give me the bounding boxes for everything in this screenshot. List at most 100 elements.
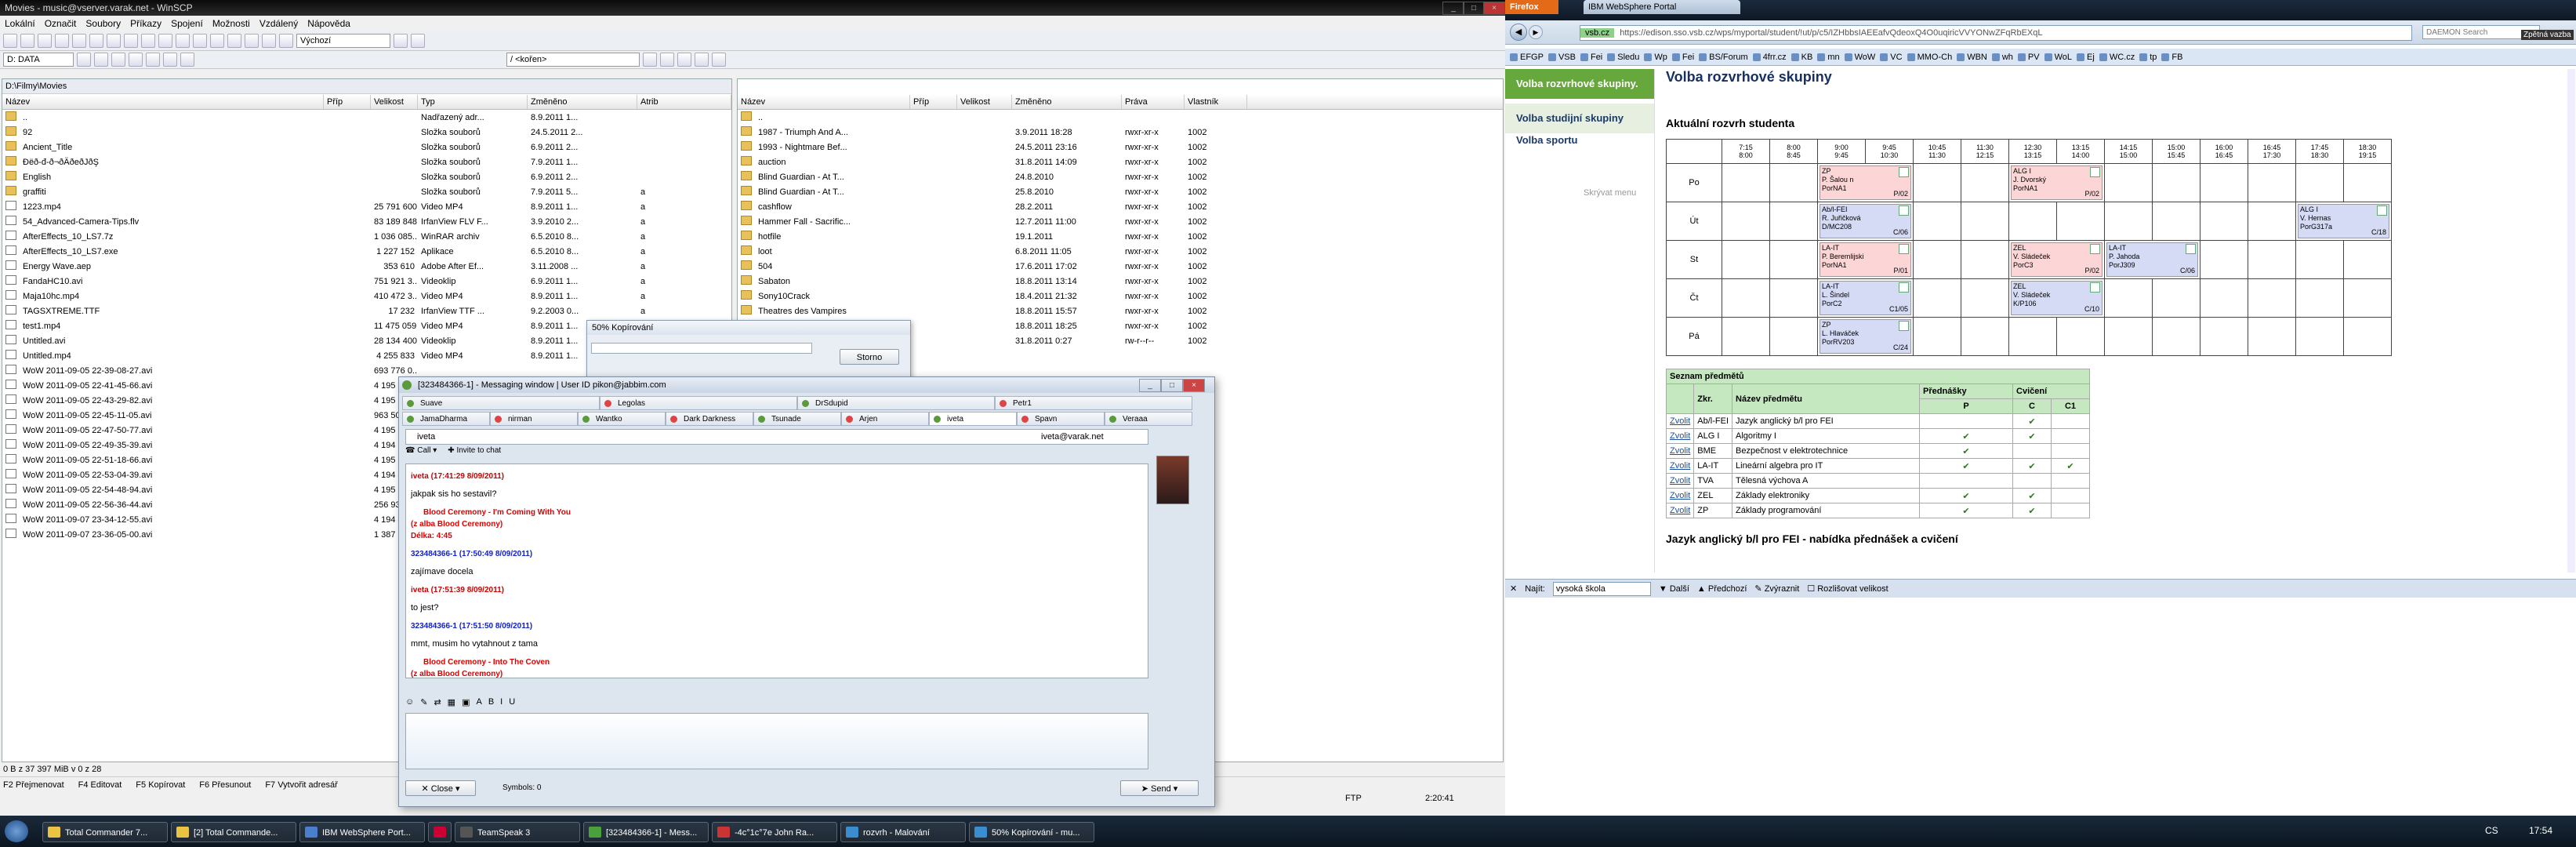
find-input[interactable]: vysoká škola	[1552, 581, 1651, 596]
taskbar-button[interactable]: 50% Kopírování - mu...	[969, 822, 1094, 842]
toolbar-icon[interactable]	[158, 34, 172, 48]
toolbar-icon[interactable]	[262, 34, 276, 48]
session-select[interactable]: Výchozí	[296, 34, 390, 48]
contact-tab[interactable]: iveta	[929, 412, 1017, 426]
lesson-cell[interactable]: ALG I J. Dvorský PorNA1 P/02	[2008, 163, 2105, 202]
choose-link[interactable]: Zvolit	[1665, 458, 1695, 474]
toolbar-icon[interactable]	[677, 53, 691, 67]
color-icon[interactable]: ✎	[420, 697, 427, 707]
toolbar-icon[interactable]	[72, 34, 86, 48]
column-header[interactable]: Atrib	[637, 95, 731, 109]
taskbar-button[interactable]: TeamSpeak 3	[455, 822, 580, 842]
taskbar-button[interactable]: [2] Total Commande...	[171, 822, 296, 842]
send-button[interactable]: ➤ Send ▾	[1120, 780, 1199, 796]
file-row[interactable]: 1223.mp4 25 791 600 Video MP4 8.9.2011 1...…	[2, 200, 731, 215]
back-icon[interactable]: ◀	[1510, 24, 1527, 41]
taskbar-button[interactable]: -4c°1c°7e John Ra...	[712, 822, 837, 842]
menu-item[interactable]: Označit	[45, 16, 77, 31]
contact-tab[interactable]: Veraaa	[1105, 412, 1192, 426]
contact-tab[interactable]: Legolas	[600, 396, 797, 410]
file-row[interactable]: 54_Advanced-Camera-Tips.flv 83 189 848 Irf…	[2, 215, 731, 230]
column-header[interactable]: Název	[738, 95, 910, 109]
bookmark-item[interactable]: WC.cz	[2099, 53, 2135, 62]
tab-ibm-portal[interactable]: IBM WebSphere Portal	[1584, 0, 1740, 14]
minimize-button[interactable]: _	[1139, 379, 1161, 392]
file-row[interactable]: .. Nadřazený adr... 8.9.2011 1...	[2, 111, 731, 125]
fkey-button[interactable]: F6 Přesunout	[199, 777, 251, 793]
contact-tab[interactable]: Tsunade	[753, 412, 841, 426]
toolbar-icon[interactable]	[210, 34, 224, 48]
choose-link[interactable]: Zvolit	[1665, 413, 1695, 429]
column-header[interactable]: Příp	[324, 95, 371, 109]
left-drive-select[interactable]: D: DATA	[3, 53, 74, 67]
hide-menu-link[interactable]: Skrývat menu	[1584, 188, 1636, 198]
column-header[interactable]: Práva	[1122, 95, 1185, 109]
taskbar-button[interactable]: [323484366-1] - Mess...	[583, 822, 709, 842]
bookmark-item[interactable]: Fei	[1580, 53, 1602, 62]
chat-history[interactable]: iveta (17:41:29 8/09/2011) jakpak sis ho …	[405, 463, 1148, 678]
file-row[interactable]: AfterEffects_10_LS7.7z 1 036 085... WinRAR…	[2, 230, 731, 245]
start-button[interactable]	[5, 820, 28, 842]
firefox-menu-button[interactable]: Firefox	[1505, 0, 1558, 14]
bold-icon[interactable]: B	[488, 697, 494, 707]
bookmark-item[interactable]: Fei	[1671, 53, 1694, 62]
toolbar-icon[interactable]	[712, 53, 726, 67]
close-button[interactable]: ×	[1183, 379, 1205, 392]
bookmark-item[interactable]: Ej	[2077, 53, 2095, 62]
link-icon[interactable]: ⇄	[434, 697, 441, 707]
right-path-select[interactable]: / <kořen>	[506, 53, 640, 67]
page-scrollbar[interactable]	[2567, 69, 2575, 573]
remote-file-row[interactable]: cashflow 28.2.2011 rwxr-xr-x 1002	[738, 200, 1503, 215]
bookmark-item[interactable]: 4frr.cz	[1752, 53, 1787, 62]
contact-tab[interactable]: Dark Darkness	[666, 412, 753, 426]
lesson-cell[interactable]: LA-IT L. Šindel PorC2 C1/05	[1817, 278, 1914, 318]
toolbar-icon[interactable]	[129, 53, 143, 67]
column-header[interactable]: Příp	[910, 95, 957, 109]
contact-tab[interactable]: nirman	[490, 412, 578, 426]
column-header[interactable]: Vlastník	[1185, 95, 1247, 109]
lesson-card[interactable]: ALG I J. Dvorský PorNA1 P/02	[2011, 165, 2103, 200]
lesson-cell[interactable]: ZP P. Šalou n PorNA1 P/02	[1817, 163, 1914, 202]
taskbar-button[interactable]: IBM WebSphere Port...	[299, 822, 425, 842]
remote-file-row[interactable]: Blind Guardian - At T... 25.8.2010 rwxr-xr…	[738, 185, 1503, 200]
message-input[interactable]	[405, 713, 1148, 769]
remote-file-row[interactable]: 1987 - Triumph And A... 3.9.2011 18:28 rwx…	[738, 125, 1503, 140]
emoticon-icon[interactable]: ☺	[405, 697, 414, 707]
file-row[interactable]: graffiti Složka souborů 7.9.2011 5... a	[2, 185, 731, 200]
nav-sportu[interactable]: Volba sportu	[1505, 125, 1654, 155]
maximize-button[interactable]: □	[1161, 379, 1183, 392]
file-row[interactable]: TAGSXTREME.TTF 17 232 IrfanView TTF ... 9.2…	[2, 304, 731, 319]
toolbar-icon[interactable]	[141, 34, 155, 48]
fkey-button[interactable]: F7 Vytvořit adresář	[265, 777, 338, 793]
file-row[interactable]: Ðëð-đ-ð¬ðÄðeðJðŞ Složka souborů 7.9.2011 1…	[2, 155, 731, 170]
language-indicator[interactable]: CS	[2485, 825, 2498, 836]
file-row[interactable]: 92 Složka souborů 24.5.2011 2...	[2, 125, 731, 140]
lesson-cell[interactable]: ZP L. Hlaváček PorRV203 C/24	[1817, 317, 1914, 356]
remote-file-row[interactable]: 504 17.6.2011 17:02 rwxr-xr-x 1002	[738, 260, 1503, 274]
lesson-checkbox-icon[interactable]	[1899, 282, 1909, 293]
contact-tab[interactable]: Spavn	[1017, 412, 1105, 426]
lesson-checkbox-icon[interactable]	[2090, 167, 2100, 177]
lesson-cell[interactable]: ALG I V. Hernas PorG317a C/18	[2295, 202, 2392, 241]
contact-tab[interactable]: Petr1	[995, 396, 1192, 410]
lesson-checkbox-icon[interactable]	[2186, 244, 2196, 254]
lesson-card[interactable]: ZP P. Šalou n PorNA1 P/02	[1820, 165, 1911, 200]
contact-tab[interactable]: JamaDharma	[402, 412, 490, 426]
toolbar-icon[interactable]	[38, 34, 52, 48]
lesson-cell[interactable]: Ab/l-FEI R. Juřičková D/MC208 C/06	[1817, 202, 1914, 241]
fkey-button[interactable]: F4 Editovat	[78, 777, 122, 793]
toolbar-icon[interactable]	[20, 34, 34, 48]
match-case-checkbox[interactable]: ☐ Rozlišovat velikost	[1807, 583, 1888, 594]
bookmark-item[interactable]: KB	[1791, 53, 1812, 62]
invite-button[interactable]: ✚ Invite to chat	[448, 446, 501, 455]
remote-file-row[interactable]: ..	[738, 111, 1503, 125]
lesson-cell[interactable]: LA-IT P. Beremlijski PorNA1 P/01	[1817, 240, 1914, 279]
bookmark-item[interactable]: Wp	[1644, 53, 1667, 62]
remote-file-row[interactable]: 1993 - Nightmare Bef... 24.5.2011 23:16 rw…	[738, 140, 1503, 155]
lesson-checkbox-icon[interactable]	[2090, 282, 2100, 293]
url-bar[interactable]: vsb.cz https://edison.sso.vsb.cz/wps/myp…	[1580, 25, 2412, 41]
bookmark-item[interactable]: BS/Forum	[1699, 53, 1748, 62]
toolbar-icon[interactable]	[180, 53, 194, 67]
choose-link[interactable]: Zvolit	[1665, 473, 1695, 489]
forward-icon[interactable]: ▶	[1529, 25, 1543, 39]
